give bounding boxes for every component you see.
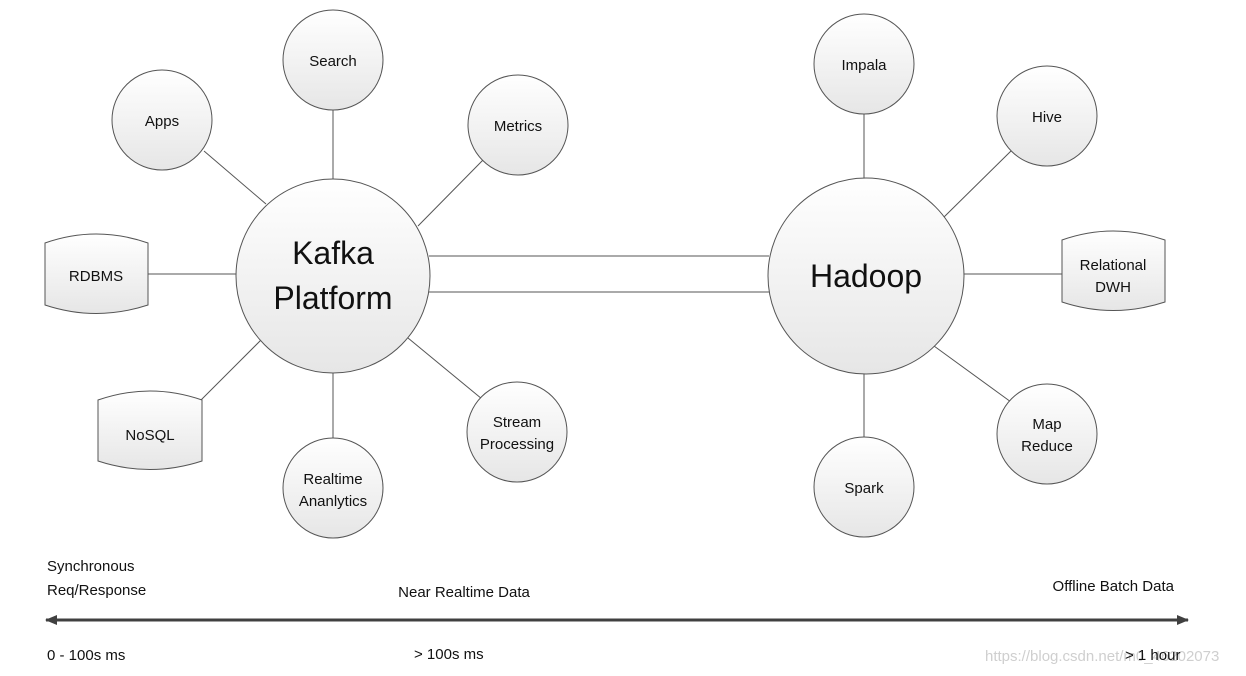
rdbms-label: RDBMS xyxy=(69,268,123,285)
sync-latency: 0 - 100s ms xyxy=(47,647,125,664)
metrics-label: Metrics xyxy=(494,118,542,135)
kafka-label-line2: Platform xyxy=(273,280,392,316)
kafka-platform-node: Kafka Platform xyxy=(235,178,431,374)
spark-node: Spark xyxy=(813,436,915,538)
stream-label-line1: Stream xyxy=(493,414,541,431)
stream-processing-node: Stream Processing xyxy=(466,381,568,483)
edge-hive xyxy=(942,149,1013,219)
edge-apps xyxy=(203,150,267,205)
edge-mapreduce xyxy=(933,345,1012,403)
offline-latency: > 1 hour xyxy=(1125,647,1180,664)
diagram: Kafka Platform Hadoop Search Apps Metric… xyxy=(0,0,1246,676)
edge-metrics xyxy=(417,159,484,227)
hive-node: Hive xyxy=(996,65,1098,167)
apps-label: Apps xyxy=(145,113,179,130)
nosql-database: NoSQL xyxy=(97,390,203,470)
watermark: https://blog.csdn.net/m0_46202073 xyxy=(985,648,1219,665)
nosql-label: NoSQL xyxy=(125,427,174,444)
realtime-label-line1: Realtime xyxy=(303,471,362,488)
sync-label-line2: Req/Response xyxy=(47,582,146,599)
edge-nosql xyxy=(199,338,263,402)
mapreduce-label-line1: Map xyxy=(1032,416,1061,433)
diagram-canvas: Kafka Platform Hadoop Search Apps Metric… xyxy=(44,9,1219,665)
hadoop-node: Hadoop xyxy=(767,177,965,375)
map-reduce-node: Map Reduce xyxy=(996,383,1098,485)
dwh-label-line1: Relational xyxy=(1080,257,1147,274)
realtime-label-line2: Ananlytics xyxy=(299,493,367,510)
impala-node: Impala xyxy=(813,13,915,115)
hive-label: Hive xyxy=(1032,109,1062,126)
near-realtime-label: Near Realtime Data xyxy=(398,584,530,601)
impala-label: Impala xyxy=(841,57,887,74)
mapreduce-label-line2: Reduce xyxy=(1021,438,1073,455)
offline-batch-label: Offline Batch Data xyxy=(1053,578,1175,595)
relational-dwh-database: Relational DWH xyxy=(1061,230,1166,311)
rdbms-database: RDBMS xyxy=(44,233,149,314)
search-node: Search xyxy=(282,9,384,111)
dwh-label-line2: DWH xyxy=(1095,279,1131,296)
metrics-node: Metrics xyxy=(467,74,569,176)
spark-label: Spark xyxy=(844,480,884,497)
sync-label-line1: Synchronous xyxy=(47,558,135,575)
stream-label-line2: Processing xyxy=(480,436,554,453)
search-label: Search xyxy=(309,53,357,70)
kafka-label-line1: Kafka xyxy=(292,235,374,271)
realtime-analytics-node: Realtime Ananlytics xyxy=(282,437,384,539)
hadoop-label: Hadoop xyxy=(810,258,922,294)
apps-node: Apps xyxy=(111,69,213,171)
near-realtime-latency: > 100s ms xyxy=(414,646,484,663)
edge-stream xyxy=(407,337,483,400)
